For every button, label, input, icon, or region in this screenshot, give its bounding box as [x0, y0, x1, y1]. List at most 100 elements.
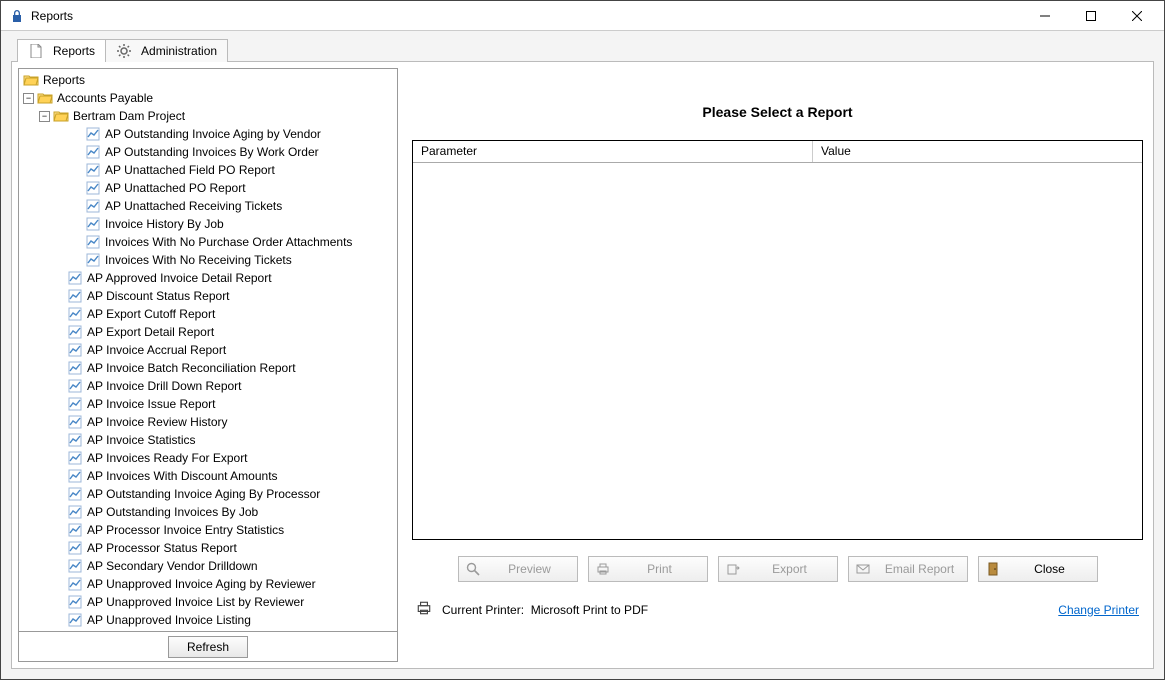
tree-node-label: AP Export Detail Report [87, 325, 214, 339]
tab-label: Reports [53, 44, 95, 58]
report-tree[interactable]: Reports−Accounts Payable−Bertram Dam Pro… [18, 68, 398, 632]
mail-icon [855, 561, 871, 577]
tree-node-label: AP Invoice Review History [87, 415, 228, 429]
tree-node-label: AP Export Cutoff Report [87, 307, 215, 321]
report-icon [85, 234, 101, 250]
col-parameter[interactable]: Parameter [413, 141, 813, 162]
tree-report-item[interactable]: AP Secondary Vendor Drilldown [21, 557, 397, 575]
report-icon [67, 522, 83, 538]
tree-node-label: AP Invoice Batch Reconciliation Report [87, 361, 296, 375]
tree-report-item[interactable]: AP Outstanding Invoice Aging by Vendor [21, 125, 397, 143]
report-icon [67, 324, 83, 340]
tab-label: Administration [141, 44, 217, 58]
tree-node-label: AP Invoice Accrual Report [87, 343, 226, 357]
tree-report-item[interactable]: AP Approved Invoice Detail Report [21, 269, 397, 287]
minimize-button[interactable] [1022, 1, 1068, 31]
col-value[interactable]: Value [813, 141, 1142, 162]
select-report-prompt: Please Select a Report [412, 104, 1143, 120]
tree-node-label: Accounts Payable [57, 91, 153, 105]
change-printer-link[interactable]: Change Printer [1058, 603, 1139, 617]
tree-report-item[interactable]: AP Export Detail Report [21, 323, 397, 341]
tree-report-item[interactable]: Invoices With No Receiving Tickets [21, 251, 397, 269]
report-icon [67, 468, 83, 484]
left-column: Reports−Accounts Payable−Bertram Dam Pro… [18, 68, 398, 662]
report-icon [67, 504, 83, 520]
report-icon [67, 270, 83, 286]
parameter-table-body [413, 163, 1142, 539]
tree-report-item[interactable]: AP Processor Status Report [21, 539, 397, 557]
tree-node-label: AP Outstanding Invoice Aging By Processo… [87, 487, 320, 501]
export-icon [725, 561, 741, 577]
tree-report-item[interactable]: AP Outstanding Invoice Aging By Processo… [21, 485, 397, 503]
tree-node-label: AP Invoice Drill Down Report [87, 379, 242, 393]
titlebar: Reports [1, 1, 1164, 31]
folder-open-icon [53, 108, 69, 124]
tree-report-item[interactable]: AP Unattached Field PO Report [21, 161, 397, 179]
footer: Current Printer: Microsoft Print to PDF … [412, 600, 1143, 619]
tree-node-label: AP Invoices Ready For Export [87, 451, 248, 465]
report-icon [67, 450, 83, 466]
tree-report-item[interactable]: AP Outstanding Invoices By Work Order [21, 143, 397, 161]
report-icon [85, 252, 101, 268]
document-icon [28, 43, 44, 59]
tree-folder-project[interactable]: − Bertram Dam Project [21, 107, 397, 125]
print-button[interactable]: Print [588, 556, 708, 582]
magnifier-icon [465, 561, 481, 577]
tree-report-item[interactable]: AP Invoices With Discount Amounts [21, 467, 397, 485]
parameter-table-header: Parameter Value [413, 141, 1142, 163]
report-icon [67, 414, 83, 430]
tree-report-item[interactable]: AP Invoice Statistics [21, 431, 397, 449]
maximize-button[interactable] [1068, 1, 1114, 31]
tree-node-label: Bertram Dam Project [73, 109, 185, 123]
tree-report-item[interactable]: AP Unapproved Invoice List by Reviewer [21, 593, 397, 611]
tree-report-item[interactable]: AP Invoice Review History [21, 413, 397, 431]
export-button[interactable]: Export [718, 556, 838, 582]
folder-open-icon [23, 72, 39, 88]
tree-report-item[interactable]: Invoices With No Purchase Order Attachme… [21, 233, 397, 251]
collapse-toggle[interactable]: − [39, 111, 50, 122]
tree-node-label: AP Invoice Issue Report [87, 397, 216, 411]
tree-report-item[interactable]: Invoice History By Job [21, 215, 397, 233]
tree-report-item[interactable]: AP Discount Status Report [21, 287, 397, 305]
report-icon [67, 342, 83, 358]
report-icon [67, 612, 83, 628]
tree-report-item[interactable]: AP Unapproved Invoice Aging by Reviewer [21, 575, 397, 593]
report-icon [85, 126, 101, 142]
tree-node-label: AP Unapproved Invoice Aging by Reviewer [87, 577, 316, 591]
tree-node-label: AP Processor Invoice Entry Statistics [87, 523, 284, 537]
tree-report-item[interactable]: AP Invoice Accrual Report [21, 341, 397, 359]
tree-root[interactable]: Reports [21, 71, 397, 89]
tree-folder-accounts-payable[interactable]: − Accounts Payable [21, 89, 397, 107]
reports-window: Reports Reports Administration [0, 0, 1165, 680]
tree-node-label: Reports [43, 73, 85, 87]
refresh-row: Refresh [18, 632, 398, 662]
tree-report-item[interactable]: AP Invoice Batch Reconciliation Report [21, 359, 397, 377]
tree-node-label: AP Unattached PO Report [105, 181, 246, 195]
preview-button[interactable]: Preview [458, 556, 578, 582]
tree-report-item[interactable]: AP Invoices Ready For Export [21, 449, 397, 467]
tree-report-item[interactable]: AP Unattached Receiving Tickets [21, 197, 397, 215]
tree-report-item[interactable]: AP Invoice Drill Down Report [21, 377, 397, 395]
refresh-button[interactable]: Refresh [168, 636, 248, 658]
tab-reports[interactable]: Reports [17, 39, 106, 62]
report-icon [67, 540, 83, 556]
tree-node-label: AP Unattached Receiving Tickets [105, 199, 282, 213]
tab-administration[interactable]: Administration [105, 39, 228, 62]
email-report-button[interactable]: Email Report [848, 556, 968, 582]
tree-report-item[interactable]: AP Processor Invoice Entry Statistics [21, 521, 397, 539]
report-icon [85, 180, 101, 196]
tree-report-item[interactable]: AP Invoice Issue Report [21, 395, 397, 413]
report-icon [67, 288, 83, 304]
tree-report-item[interactable]: AP Outstanding Invoices By Job [21, 503, 397, 521]
tree-report-item[interactable]: AP Unapproved Invoice Listing [21, 611, 397, 629]
tree-report-item[interactable]: AP Unattached PO Report [21, 179, 397, 197]
gear-icon [116, 43, 132, 59]
tree-report-item[interactable]: AP Export Cutoff Report [21, 305, 397, 323]
close-window-button[interactable] [1114, 1, 1160, 31]
report-icon [67, 594, 83, 610]
tree-node-label: AP Approved Invoice Detail Report [87, 271, 272, 285]
close-button[interactable]: Close [978, 556, 1098, 582]
collapse-toggle[interactable]: − [23, 93, 34, 104]
report-icon [85, 162, 101, 178]
report-icon [85, 198, 101, 214]
